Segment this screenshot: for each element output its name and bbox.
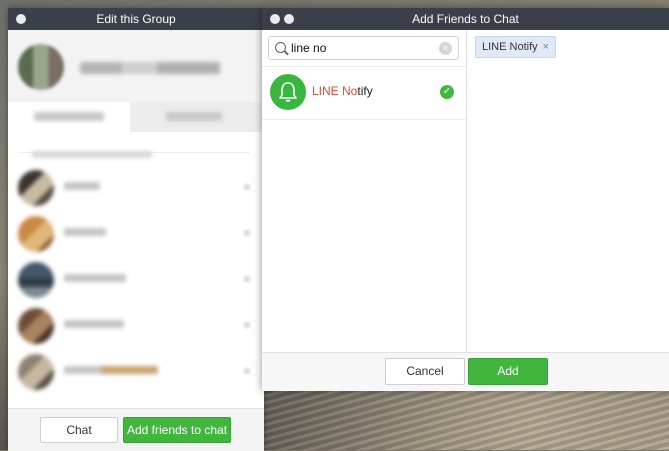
avatar bbox=[18, 308, 54, 344]
close-window-icon[interactable] bbox=[16, 14, 26, 24]
member-name-redacted bbox=[64, 182, 100, 190]
friend-search-column: line no × LINE Notify ✓ bbox=[262, 30, 467, 352]
bell-icon bbox=[279, 82, 297, 102]
member-option-icon[interactable] bbox=[244, 184, 250, 190]
avatar bbox=[18, 354, 54, 390]
edit-group-window: Edit this Group Chat Add friends to chat bbox=[8, 8, 264, 451]
add-friends-footer: Cancel Add bbox=[262, 352, 669, 391]
avatar bbox=[18, 262, 54, 298]
member-option-icon[interactable] bbox=[244, 276, 250, 282]
list-item[interactable] bbox=[8, 164, 264, 210]
search-icon bbox=[275, 42, 286, 53]
group-avatar[interactable] bbox=[18, 44, 64, 90]
member-name-redacted bbox=[64, 366, 158, 374]
list-item[interactable] bbox=[8, 348, 264, 394]
wallpaper-texture bbox=[262, 388, 669, 450]
minimize-window-icon[interactable] bbox=[284, 14, 294, 24]
add-friends-to-chat-button[interactable]: Add friends to chat bbox=[123, 417, 231, 443]
group-header bbox=[8, 30, 264, 102]
list-item[interactable] bbox=[8, 256, 264, 302]
friend-search-input[interactable]: line no × bbox=[268, 36, 459, 60]
member-search-input[interactable] bbox=[18, 140, 250, 158]
edit-group-title: Edit this Group bbox=[96, 12, 176, 26]
edit-group-footer: Chat Add friends to chat bbox=[8, 408, 264, 451]
avatar bbox=[270, 74, 306, 110]
selected-chip-label: LINE Notify bbox=[482, 41, 538, 53]
add-friends-window: Add Friends to Chat line no × LINE Notif… bbox=[262, 8, 669, 391]
member-option-icon[interactable] bbox=[244, 368, 250, 374]
member-tabs bbox=[8, 102, 264, 132]
avatar bbox=[18, 170, 54, 206]
selected-friends-column: LINE Notify × bbox=[467, 30, 669, 352]
search-value: line no bbox=[291, 41, 327, 55]
close-icon[interactable]: × bbox=[543, 41, 549, 53]
selected-chip[interactable]: LINE Notify × bbox=[475, 36, 557, 58]
member-option-icon[interactable] bbox=[244, 322, 250, 328]
add-friends-titlebar[interactable]: Add Friends to Chat bbox=[262, 8, 669, 30]
result-name-rest: tify bbox=[357, 84, 373, 98]
member-name-redacted bbox=[64, 274, 126, 282]
list-item[interactable]: LINE Notify ✓ bbox=[262, 66, 466, 120]
result-name: LINE Notify bbox=[312, 84, 373, 98]
cancel-button[interactable]: Cancel bbox=[385, 358, 465, 385]
member-name-redacted bbox=[64, 228, 106, 236]
list-item[interactable] bbox=[8, 210, 264, 256]
tab-invited[interactable] bbox=[130, 102, 264, 132]
list-item[interactable] bbox=[8, 302, 264, 348]
tab-members-label-redacted bbox=[34, 112, 104, 121]
member-option-icon[interactable] bbox=[244, 230, 250, 236]
result-name-match: LINE No bbox=[312, 84, 358, 98]
check-icon[interactable]: ✓ bbox=[440, 85, 454, 99]
add-friends-body: line no × LINE Notify ✓ LINE Notify × Ca… bbox=[262, 30, 669, 391]
group-name-redacted[interactable] bbox=[80, 62, 220, 74]
chat-button[interactable]: Chat bbox=[40, 417, 118, 443]
member-search-row bbox=[8, 132, 264, 162]
avatar bbox=[18, 216, 54, 252]
member-search-placeholder-redacted bbox=[32, 151, 152, 158]
clear-icon[interactable]: × bbox=[439, 42, 452, 55]
add-friends-title: Add Friends to Chat bbox=[412, 12, 519, 26]
add-button[interactable]: Add bbox=[468, 358, 548, 385]
tab-invited-label-redacted bbox=[166, 112, 222, 121]
tab-members[interactable] bbox=[8, 102, 130, 132]
edit-group-titlebar[interactable]: Edit this Group bbox=[8, 8, 264, 30]
close-window-icon[interactable] bbox=[270, 14, 280, 24]
member-name-redacted bbox=[64, 320, 124, 328]
